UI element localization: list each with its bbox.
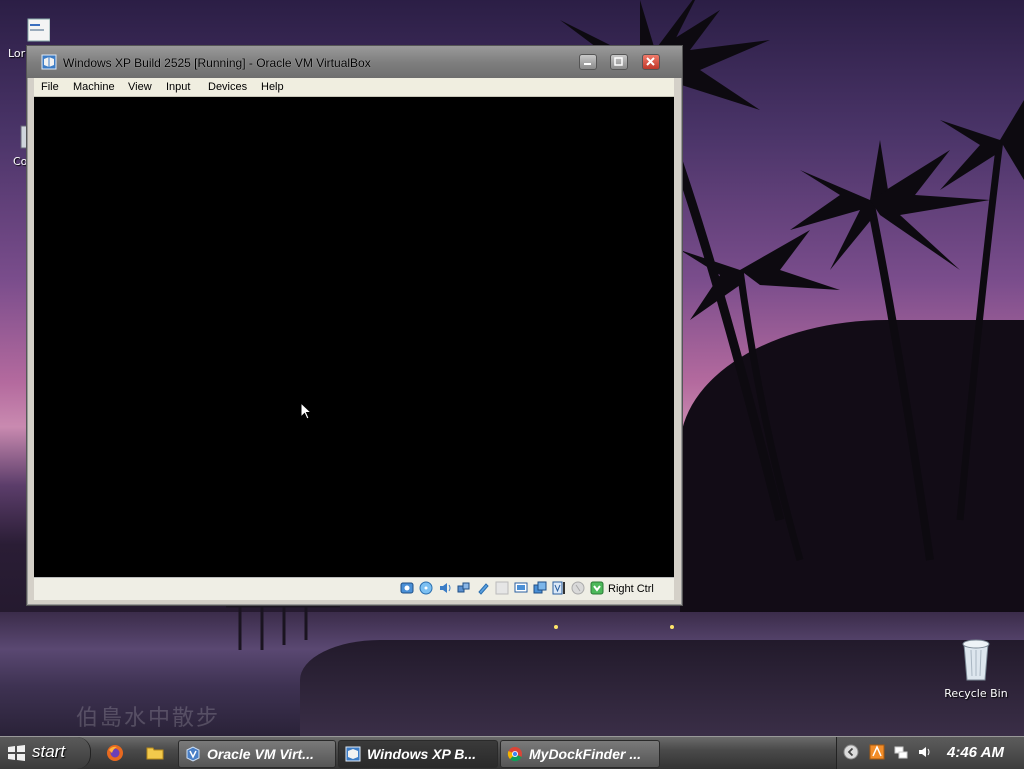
folder-icon[interactable] bbox=[146, 744, 164, 762]
task-label: Windows XP B... bbox=[367, 746, 477, 762]
task-label: Oracle VM Virt... bbox=[207, 746, 314, 762]
recycle-bin-icon bbox=[962, 639, 990, 681]
start-label: start bbox=[32, 742, 66, 761]
document-icon bbox=[27, 18, 51, 42]
volume-icon[interactable] bbox=[917, 744, 933, 760]
minimize-button[interactable] bbox=[579, 54, 597, 70]
menu-machine[interactable]: Machine bbox=[73, 81, 115, 93]
maximize-button[interactable] bbox=[610, 54, 628, 70]
menu-bar: File Machine View Input Devices Help bbox=[34, 78, 674, 97]
chrome-icon bbox=[507, 747, 522, 762]
virtualbox-vm-icon bbox=[41, 54, 57, 70]
taskbar: start Oracle VM Virt... Windows XP B... … bbox=[0, 736, 1024, 769]
close-icon bbox=[646, 57, 655, 66]
taskbar-button-mydockfinder[interactable]: MyDockFinder ... bbox=[500, 740, 660, 768]
mouse-integration-icon[interactable] bbox=[571, 581, 585, 595]
chevron-left-icon[interactable] bbox=[843, 744, 859, 760]
virtualbox-vm-icon bbox=[345, 746, 361, 762]
task-label: MyDockFinder ... bbox=[529, 746, 642, 762]
network-tray-icon[interactable] bbox=[893, 744, 909, 760]
display-icon[interactable] bbox=[514, 581, 528, 595]
app-tray-icon[interactable] bbox=[869, 744, 885, 760]
usb-icon[interactable] bbox=[476, 581, 490, 595]
desktop-icon-label: Recycle Bin bbox=[944, 687, 1008, 700]
host-key-icon[interactable] bbox=[590, 581, 604, 595]
menu-file[interactable]: File bbox=[41, 81, 59, 93]
virtualbox-icon bbox=[186, 746, 200, 762]
video-capture-icon[interactable] bbox=[533, 581, 547, 595]
menu-help[interactable]: Help bbox=[261, 81, 284, 93]
clock[interactable]: 4:46 AM bbox=[947, 744, 1004, 761]
audio-icon[interactable] bbox=[438, 581, 452, 595]
network-icon[interactable] bbox=[457, 581, 471, 595]
taskbar-button-windows-xp[interactable]: Windows XP B... bbox=[338, 740, 498, 768]
menu-devices[interactable]: Devices bbox=[208, 81, 247, 93]
start-button[interactable]: start bbox=[0, 737, 91, 769]
optical-drive-icon[interactable] bbox=[419, 581, 433, 595]
virtualbox-window[interactable]: Windows XP Build 2525 [Running] - Oracle… bbox=[26, 45, 683, 606]
firefox-icon[interactable] bbox=[106, 744, 124, 762]
window-titlebar[interactable]: Windows XP Build 2525 [Running] - Oracle… bbox=[27, 46, 682, 78]
host-key-label: Right Ctrl bbox=[608, 583, 654, 595]
shared-folders-icon[interactable] bbox=[495, 581, 509, 595]
hard-disk-icon[interactable] bbox=[400, 581, 414, 595]
menu-input[interactable]: Input bbox=[166, 81, 190, 93]
desktop-icon-recycle-bin[interactable]: Recycle Bin bbox=[936, 636, 1016, 700]
wallpaper-watermark: 伯島水中散步 bbox=[76, 706, 221, 731]
vm-display[interactable] bbox=[34, 97, 674, 577]
maximize-icon bbox=[614, 57, 623, 66]
taskbar-button-oracle-vm[interactable]: Oracle VM Virt... bbox=[178, 740, 336, 768]
window-title: Windows XP Build 2525 [Running] - Oracle… bbox=[63, 56, 371, 70]
virtualization-icon[interactable] bbox=[552, 581, 566, 595]
close-button[interactable] bbox=[642, 54, 660, 70]
windows-logo-icon bbox=[8, 745, 25, 761]
menu-view[interactable]: View bbox=[128, 81, 152, 93]
minimize-icon bbox=[584, 63, 591, 65]
status-bar: Right Ctrl bbox=[34, 577, 674, 600]
mouse-cursor-icon bbox=[300, 402, 312, 420]
system-tray: 4:46 AM bbox=[836, 737, 1024, 769]
